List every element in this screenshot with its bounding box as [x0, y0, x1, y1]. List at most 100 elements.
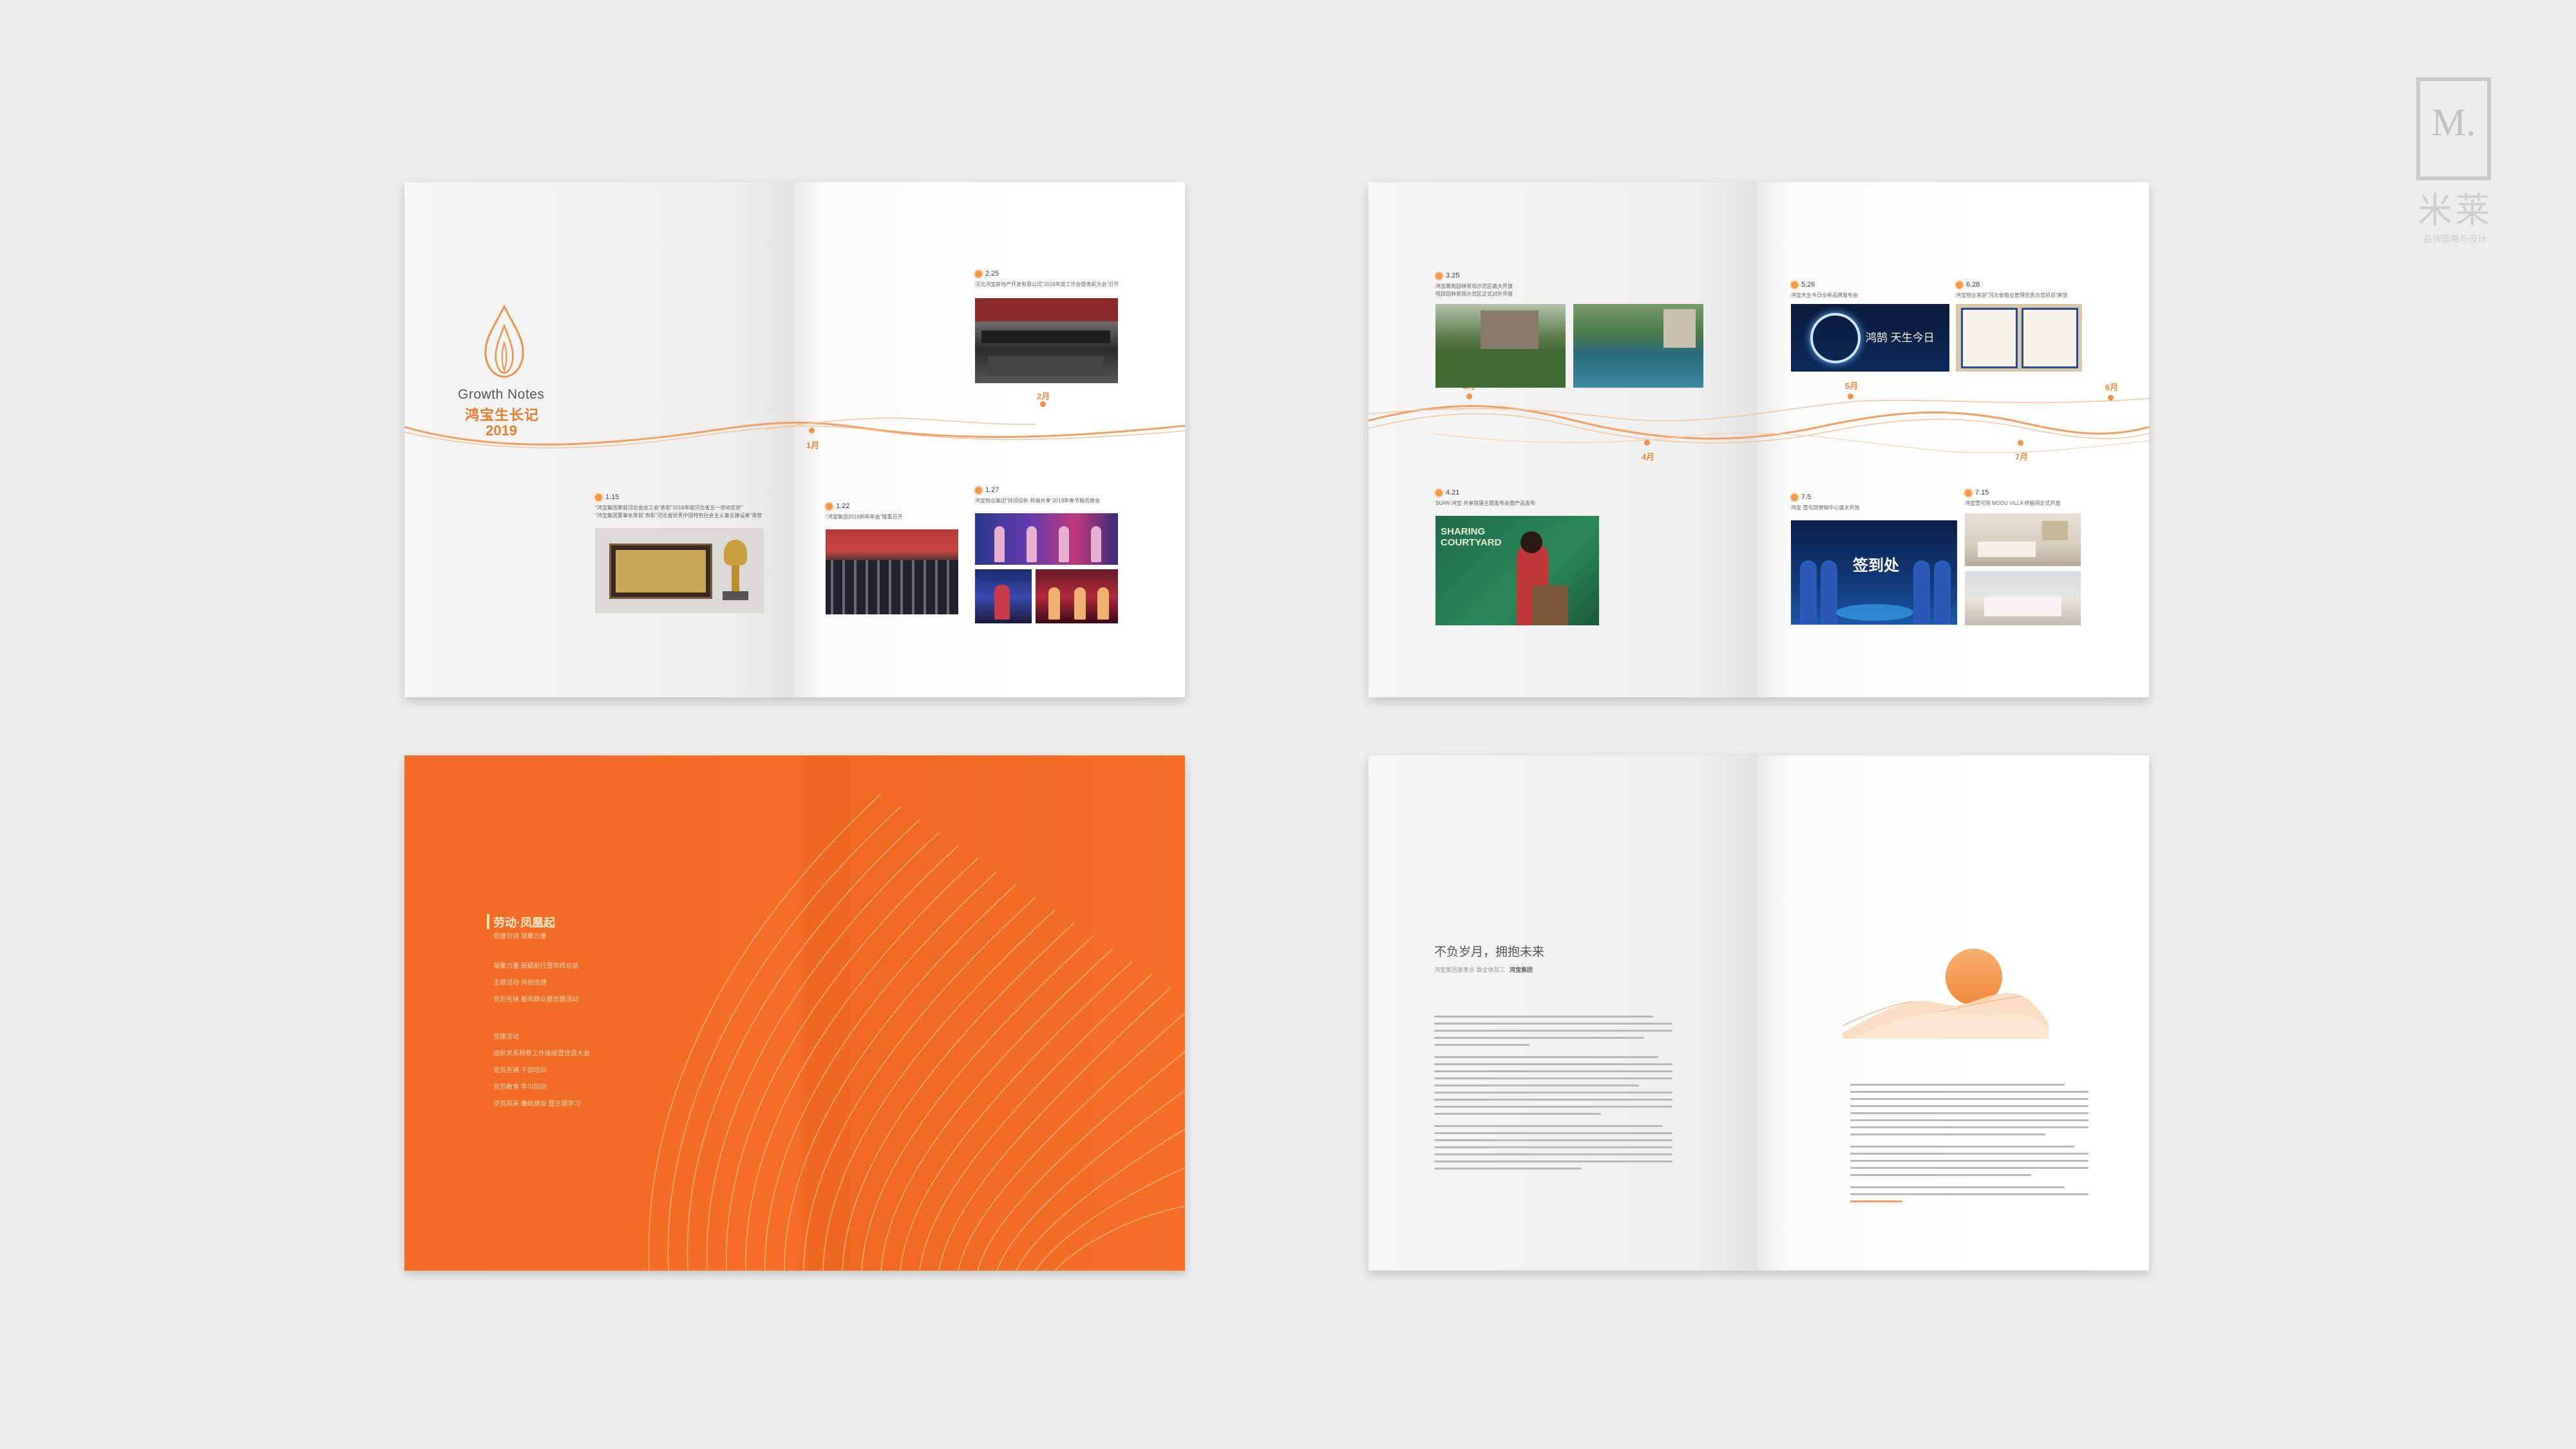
brand-logo-box: M. [2416, 77, 2491, 180]
date-text: 7.5 [1801, 493, 1812, 501]
date-dot-icon [595, 493, 602, 501]
event-caption: SUAN 鸿宝·共享院落主题发布会暨产品发布 [1435, 500, 1536, 506]
date-text: 7.15 [1975, 489, 1989, 497]
month-marker [1040, 401, 1046, 407]
signin-text: 签到处 [1853, 557, 1899, 574]
month-marker [2108, 395, 2114, 401]
article-title: 不负岁月，拥抱未来 [1434, 945, 1545, 959]
month-label-may: 5月 [1845, 381, 1859, 391]
byline-name: 鸿宝集团 [1510, 967, 1533, 973]
timeline-wave [1368, 398, 2149, 453]
article-byline: 鸿宝集团董事长 致全体员工 鸿宝集团 [1434, 965, 1533, 974]
date-text: 1.27 [985, 486, 999, 494]
photo-garden-pond [1573, 304, 1703, 388]
month-marker [1848, 393, 1853, 399]
brand-logo-text: M. [2431, 100, 2476, 144]
flame-logo-icon [484, 304, 524, 378]
brand-name: 米莱 [2418, 191, 2492, 230]
toc-item: 组织关系转移工作接续暨党员大会 [493, 1050, 590, 1057]
toc-item: 党员风采 廉政建设 暨主题学习 [493, 1101, 581, 1108]
date-dot-icon [1791, 493, 1798, 501]
toc-item: 党员先锋 干部培训 [493, 1067, 547, 1074]
launch-text: 鸿鹄 天生今日 [1866, 332, 1935, 344]
event-caption: 鸿宝天生今日全新品牌发布会 [1791, 292, 1858, 298]
date-text: 1.22 [836, 502, 850, 510]
toc-item: 党员先锋 服务群众暨志愿活动 [493, 996, 579, 1003]
event-caption: 鸿宝壹号院 MODU VILLA 样板间正式开放 [1965, 500, 2061, 506]
event-date: 1.15 [595, 493, 619, 501]
month-label-jul: 7月 [2015, 452, 2029, 462]
event-date: 2.25 [975, 270, 999, 278]
spread-orange-cover: 劳动·凤凰起 党建引领 凝聚力量 凝聚力量 砥砺前行暨年终总结 主题活动 共创佳… [404, 755, 1185, 1271]
photo-gala-stage-left [975, 569, 1032, 623]
date-dot-icon [1965, 489, 1972, 497]
left-page [1368, 755, 1757, 1271]
month-marker [809, 428, 815, 433]
toc-item: 主题活动 共创佳绩 [493, 980, 547, 987]
date-text: 6.28 [1966, 281, 1980, 289]
article-body-right [1850, 1084, 2088, 1208]
event-caption: "鸿宝集团2019新年年会"隆重召开 [826, 514, 903, 520]
photo-group-annual [826, 529, 958, 614]
date-dot-icon [826, 502, 833, 510]
byline-text: 鸿宝集团董事长 致全体员工 [1434, 967, 1506, 973]
title-en: Growth Notes [458, 387, 545, 402]
event-date: 1.27 [975, 486, 999, 494]
event-caption: "鸿宝集团董事长荣获"表彰"河北省优秀中国特色社会主义事业建设者"荣誉 [595, 513, 762, 518]
event-caption: 鸿宝雅苑园林景观示范区盛大开放 [1435, 283, 1513, 289]
photo-villa-living [1965, 513, 2081, 566]
photo-gala-stage-right [1036, 569, 1118, 623]
event-caption: 鸿宝物业荣获"河北省物业管理优秀示范项目"荣誉 [1956, 292, 2068, 298]
event-caption: 项目园林景观示范区正式对外开放 [1435, 291, 1513, 297]
date-text: 1.15 [605, 493, 620, 501]
spread-growth-notes-1: Growth Notes 鸿宝生长记 2019 1月 2月 2.25 河北鸿宝房… [404, 182, 1185, 697]
timeline-wave [404, 417, 1185, 449]
photo-certificates [1956, 304, 2082, 372]
event-date: 7.5 [1791, 493, 1811, 501]
event-caption: 鸿宝物业集团"辞旧迎新·和谐共享"2019年春节联欢晚会 [975, 498, 1101, 504]
event-date: 7.15 [1965, 489, 1989, 497]
photo-gala-dance [975, 513, 1118, 565]
month-marker [1644, 440, 1650, 446]
photo-award-plaque [595, 528, 764, 613]
photo-garden-building [1435, 304, 1566, 388]
event-date: 5.26 [1791, 281, 1815, 289]
spread-growth-notes-2: 3月 4月 5月 6月 7月 3.25 鸿宝雅苑园林景观示范区盛大开放 项目园林… [1368, 182, 2149, 697]
brand-tagline: 品牌策略与设计 [2423, 234, 2486, 244]
event-date: 1.22 [826, 502, 849, 510]
event-caption: "鸿宝集团荣获河北省总工会"表彰"2018年度河北省五一劳动奖状" [595, 505, 743, 511]
sun-mountains-illustration [1842, 949, 2049, 1039]
month-label-apr: 4月 [1642, 452, 1655, 462]
arc-lines-graphic [648, 793, 1185, 1271]
month-marker [1466, 393, 1472, 399]
date-dot-icon [1435, 272, 1443, 279]
section-heading: 劳动·凤凰起 [493, 916, 555, 929]
date-dot-icon [975, 270, 982, 278]
toc-item: 凝聚力量 砥砺前行暨年终总结 [493, 963, 579, 970]
article-body-left [1434, 1016, 1672, 1175]
photo-signin-event: 签到处 [1791, 520, 1957, 625]
event-caption: 鸿宝·壹号院营销中心盛大开放 [1791, 505, 1860, 511]
photo-sharing-courtyard: SHARING COURTYARD [1435, 516, 1599, 625]
photo-villa-bedroom [1965, 571, 2081, 625]
spread-article: 不负岁月，拥抱未来 鸿宝集团董事长 致全体员工 鸿宝集团 [1368, 755, 2149, 1271]
month-label-feb: 2月 [1037, 392, 1050, 401]
sharing-courtyard-text: SHARING COURTYARD [1441, 526, 1502, 548]
month-label-jun: 6月 [2105, 383, 2119, 392]
photo-brand-launch: 鸿鹄 天生今日 [1791, 304, 1949, 372]
date-text: 3.25 [1446, 272, 1460, 279]
event-caption: 河北鸿宝房地产开发有限公司"2019年度工作会暨表彰大会"召开 [975, 281, 1119, 287]
date-dot-icon [1791, 281, 1798, 289]
section-subheading: 党建引领 凝聚力量 [493, 933, 547, 940]
brand-watermark: M. 米莱 品牌策略与设计 [2416, 77, 2494, 244]
date-dot-icon [975, 486, 982, 494]
photo-meeting [975, 298, 1118, 383]
date-dot-icon [1956, 281, 1963, 289]
section-accent-bar [487, 914, 489, 929]
month-marker [2018, 440, 2023, 446]
toc-item: 党建活动 [493, 1034, 519, 1041]
event-date: 4.21 [1435, 489, 1459, 497]
date-dot-icon [1435, 489, 1443, 497]
date-text: 2.25 [985, 270, 999, 278]
month-label-jan: 1月 [806, 440, 820, 450]
